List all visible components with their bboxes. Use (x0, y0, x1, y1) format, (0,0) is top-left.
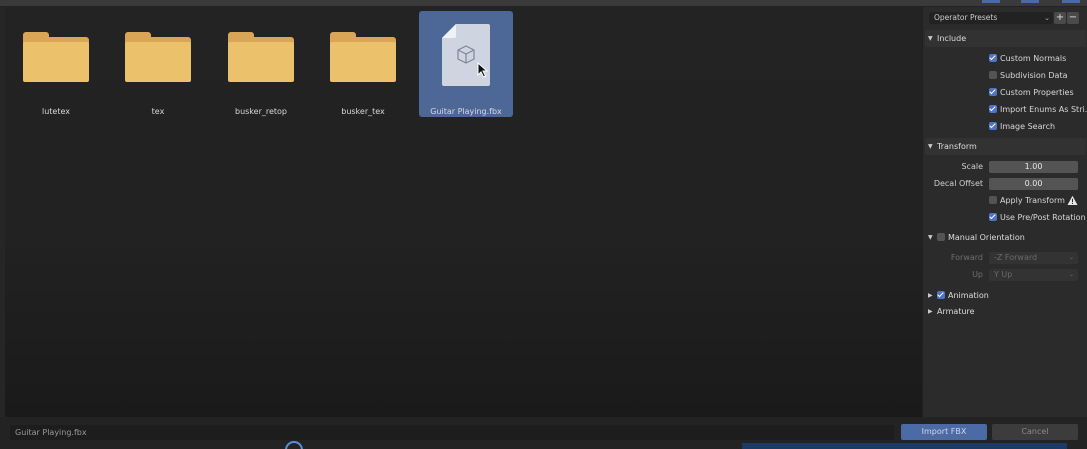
use-prepost-rotation-checkbox[interactable]: Use Pre/Post Rotation (989, 212, 1086, 224)
folder-icon (228, 32, 294, 82)
operator-presets-dropdown[interactable]: Operator Presets ⌄ (929, 12, 1053, 24)
cancel-button[interactable]: Cancel (992, 424, 1078, 440)
include-section-header[interactable]: ▼ Include (925, 30, 1086, 47)
warning-icon (1067, 195, 1078, 205)
option-label: Use Pre/Post Rotation (1000, 213, 1086, 222)
import-options-panel: Operator Presets ⌄ + − ▼ Include Custom … (922, 7, 1087, 425)
scale-row: Scale 1.00 (923, 161, 1086, 173)
folder-icon (125, 32, 191, 82)
chevron-down-icon: ⌄ (1068, 254, 1074, 261)
animation-title: Animation (948, 291, 989, 300)
file-label: Guitar Playing.fbx (430, 107, 502, 116)
armature-title: Armature (937, 307, 975, 316)
option-label: Image Search (1000, 122, 1056, 131)
folder-item[interactable]: lutetex (9, 11, 103, 117)
top-bar (0, 0, 1087, 7)
folder-item[interactable]: busker_retop (214, 11, 308, 117)
scale-field[interactable]: 1.00 (989, 161, 1078, 173)
folder-label: tex (151, 107, 165, 116)
manual-orientation-section-header[interactable]: ▼ Manual Orientation (925, 229, 1086, 246)
checkbox-checked-icon[interactable] (937, 291, 945, 299)
custom-properties-checkbox[interactable]: Custom Properties (989, 87, 1074, 99)
chevron-down-icon: ⌄ (1044, 14, 1050, 22)
forward-dropdown: -Z Forward ⌄ (989, 252, 1078, 264)
header-indicator (1021, 0, 1039, 3)
folder-item[interactable]: tex (111, 11, 205, 117)
add-preset-button[interactable]: + (1054, 12, 1066, 24)
chevron-down-icon: ⌄ (1068, 271, 1074, 278)
animation-section-header[interactable]: ▶ Animation (925, 287, 1086, 304)
decal-offset-label: Decal Offset (933, 179, 983, 188)
folder-label: busker_tex (341, 107, 385, 116)
decal-offset-row: Decal Offset 0.00 (923, 178, 1086, 190)
checkbox-checked-icon (989, 105, 997, 113)
collapsed-triangle-icon: ▶ (928, 308, 933, 315)
forward-row: Forward -Z Forward ⌄ (923, 252, 1086, 264)
option-label: Custom Normals (1000, 54, 1067, 63)
file-item-selected[interactable]: Guitar Playing.fbx (419, 11, 513, 117)
folder-icon (330, 32, 396, 82)
collapsed-triangle-icon: ▶ (928, 292, 933, 299)
option-label: Apply Transform (1000, 196, 1065, 205)
3d-file-icon (440, 22, 492, 88)
apply-transform-checkbox[interactable]: Apply Transform (989, 195, 1065, 207)
file-browser: lutetex tex busker_retop busker_tex Guit… (5, 7, 922, 417)
header-indicator (1062, 0, 1080, 3)
forward-label: Forward (950, 253, 983, 262)
image-search-checkbox[interactable]: Image Search (989, 121, 1055, 133)
transform-title: Transform (937, 142, 977, 151)
import-fbx-button[interactable]: Import FBX (901, 424, 987, 440)
folder-label: busker_retop (234, 107, 288, 116)
up-dropdown: Y Up ⌄ (989, 269, 1078, 281)
remove-preset-button[interactable]: − (1067, 12, 1079, 24)
option-label: Import Enums As Stri... (1000, 105, 1087, 114)
checkbox-unchecked-icon (989, 71, 997, 79)
checkbox-checked-icon (989, 122, 997, 130)
expand-triangle-icon: ▼ (928, 35, 933, 42)
folder-icon (23, 32, 89, 82)
armature-section-header[interactable]: ▶ Armature (925, 303, 1086, 320)
checkbox-unchecked-icon[interactable] (937, 233, 945, 241)
checkbox-unchecked-icon (989, 196, 997, 204)
checkbox-checked-icon (989, 54, 997, 62)
option-label: Subdivision Data (1000, 71, 1068, 80)
custom-normals-checkbox[interactable]: Custom Normals (989, 53, 1066, 65)
checkbox-checked-icon (989, 88, 997, 96)
expand-triangle-icon: ▼ (928, 143, 933, 150)
up-value: Y Up (994, 270, 1013, 279)
taskbar-highlight (742, 443, 1067, 449)
folder-label: lutetex (41, 107, 70, 116)
manual-orientation-title: Manual Orientation (948, 233, 1025, 242)
include-title: Include (937, 34, 967, 43)
expand-triangle-icon: ▼ (928, 234, 933, 241)
decal-offset-field[interactable]: 0.00 (989, 178, 1078, 190)
checkbox-checked-icon (989, 213, 997, 221)
import-enums-checkbox[interactable]: Import Enums As Stri... (989, 104, 1087, 116)
transform-section-header[interactable]: ▼ Transform (925, 138, 1086, 155)
filename-input[interactable]: Guitar Playing.fbx (10, 425, 894, 440)
mouse-cursor-icon (477, 62, 489, 78)
operator-presets-label: Operator Presets (934, 13, 998, 22)
up-label: Up (972, 270, 983, 279)
scale-label: Scale (961, 162, 983, 171)
header-indicator (982, 0, 1000, 3)
up-row: Up Y Up ⌄ (923, 269, 1086, 281)
forward-value: -Z Forward (994, 253, 1038, 262)
option-label: Custom Properties (1000, 88, 1074, 97)
subdivision-data-checkbox[interactable]: Subdivision Data (989, 70, 1067, 82)
folder-item[interactable]: busker_tex (316, 11, 410, 117)
